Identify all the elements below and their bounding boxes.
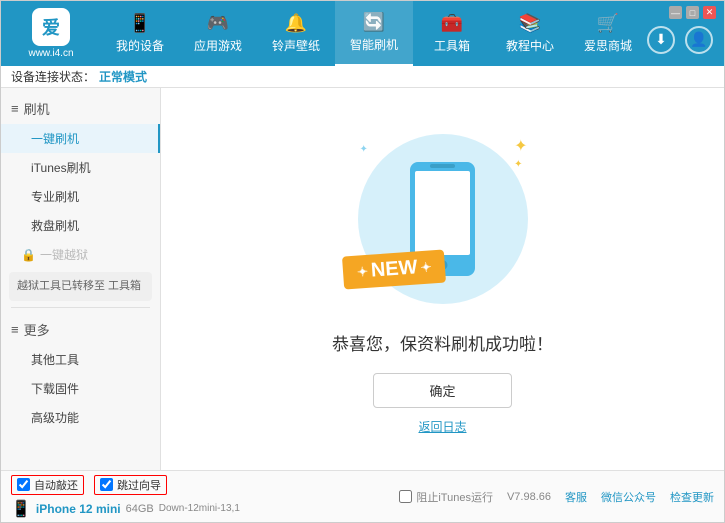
support-link[interactable]: 客服 — [565, 489, 587, 505]
toolbox-icon: 🧰 — [441, 13, 463, 34]
window-controls: — □ ✕ — [669, 6, 716, 19]
nav-item-shop[interactable]: 🛒 爱思商城 — [569, 1, 647, 66]
nav-label-apps: 应用游戏 — [194, 37, 242, 54]
content-area: ✦ NEW ✦ ✦✦ ✦ 恭喜您，保资料刷机成功啦！ 确定 返回日志 — [161, 88, 724, 470]
logo-area: 爱 www.i4.cn — [1, 1, 101, 66]
sidebar: ≡ 刷机 一键刷机 iTunes刷机 专业刷机 救盘刷机 🔒 一键越狱 越狱工具… — [1, 88, 161, 470]
wechat-link[interactable]: 微信公众号 — [601, 489, 656, 505]
sparkle-top-left: ✦ — [360, 144, 368, 155]
nav-label-wallpaper: 铃声壁纸 — [272, 37, 320, 54]
success-illustration: ✦ NEW ✦ ✦✦ ✦ — [348, 124, 538, 314]
device-icon: 📱 — [11, 499, 31, 519]
nav-item-smart-flash[interactable]: 🔄 智能刷机 — [335, 1, 413, 66]
download-button[interactable]: ⬇ — [647, 26, 675, 54]
nav-label-tutorial: 教程中心 — [506, 37, 554, 54]
device-model: Down-12mini-13,1 — [159, 503, 240, 514]
footer-device-info: 📱 iPhone 12 mini 64GB Down-12mini-13,1 — [11, 499, 240, 519]
device-icon: 📱 — [129, 13, 151, 34]
lock-icon: 🔒 — [21, 248, 36, 262]
nav-item-apps-games[interactable]: 🎮 应用游戏 — [179, 1, 257, 66]
more-section-icon: ≡ — [11, 322, 19, 337]
status-bar: 设备连接状态： 正常模式 — [1, 66, 724, 88]
tutorial-icon: 📚 — [519, 13, 541, 34]
check-skip-wizard-label: 跳过向导 — [117, 477, 161, 493]
nav-bar: 📱 我的设备 🎮 应用游戏 🔔 铃声壁纸 🔄 智能刷机 🧰 工具箱 📚 — [101, 1, 647, 66]
stop-itunes[interactable]: 阻止iTunes运行 — [399, 489, 493, 505]
badge-text: NEW — [370, 256, 418, 282]
status-prefix: 设备连接状态： — [11, 68, 95, 85]
nav-item-wallpaper[interactable]: 🔔 铃声壁纸 — [257, 1, 335, 66]
sparkle-top-right: ✦✦ — [514, 139, 527, 171]
minimize-button[interactable]: — — [669, 6, 682, 19]
sidebar-section-flash: ≡ 刷机 — [1, 93, 160, 124]
nav-label-toolbox: 工具箱 — [434, 37, 470, 54]
jailbreak-notice: 越狱工具已转移至 工具箱 — [9, 272, 152, 301]
logo-icon: 爱 — [32, 8, 70, 46]
footer-checkboxes: 自动敲还 跳过向导 — [11, 475, 240, 495]
nav-item-toolbox[interactable]: 🧰 工具箱 — [413, 1, 491, 66]
stop-itunes-label: 阻止iTunes运行 — [416, 489, 493, 505]
more-section-label: 更多 — [24, 320, 50, 339]
badge-star-right: ✦ — [419, 258, 431, 275]
nav-item-my-device[interactable]: 📱 我的设备 — [101, 1, 179, 66]
status-mode: 正常模式 — [99, 68, 147, 85]
nav-item-tutorial[interactable]: 📚 教程中心 — [491, 1, 569, 66]
success-text: 恭喜您，保资料刷机成功啦！ — [332, 330, 553, 355]
sidebar-item-advanced[interactable]: 高级功能 — [1, 403, 160, 432]
wallpaper-icon: 🔔 — [285, 13, 307, 34]
sidebar-item-itunes-flash[interactable]: iTunes刷机 — [1, 153, 160, 182]
flash-section-label: 刷机 — [24, 99, 50, 118]
sidebar-item-one-key-flash[interactable]: 一键刷机 — [1, 124, 160, 153]
new-badge: ✦ NEW ✦ — [341, 249, 446, 289]
check-skip-wizard[interactable]: 跳过向导 — [94, 475, 167, 495]
confirm-button[interactable]: 确定 — [373, 373, 511, 408]
sidebar-item-other-tools[interactable]: 其他工具 — [1, 345, 160, 374]
sidebar-item-download-firmware[interactable]: 下载固件 — [1, 374, 160, 403]
footer-right: 阻止iTunes运行 V7.98.66 客服 微信公众号 检查更新 — [399, 489, 714, 505]
nav-label-shop: 爱思商城 — [584, 37, 632, 54]
logo-text: www.i4.cn — [28, 48, 73, 59]
close-button[interactable]: ✕ — [703, 6, 716, 19]
check-skip-wizard-input[interactable] — [100, 478, 113, 491]
device-storage: 64GB — [126, 503, 154, 515]
smart-flash-icon: 🔄 — [363, 12, 385, 33]
nav-label-smart-flash: 智能刷机 — [350, 36, 398, 53]
flash-section-icon: ≡ — [11, 101, 19, 116]
check-auto-recover-label: 自动敲还 — [34, 477, 78, 493]
sidebar-divider — [11, 307, 150, 308]
apps-icon: 🎮 — [207, 13, 229, 34]
jailbreak-lock-label: 一键越狱 — [40, 246, 88, 263]
shop-icon: 🛒 — [597, 13, 619, 34]
back-link[interactable]: 返回日志 — [418, 418, 466, 435]
footer-left: 自动敲还 跳过向导 📱 iPhone 12 mini 64GB Down-12m… — [11, 475, 240, 519]
sidebar-item-save-flash[interactable]: 救盘刷机 — [1, 211, 160, 240]
sidebar-item-pro-flash[interactable]: 专业刷机 — [1, 182, 160, 211]
sidebar-section-more: ≡ 更多 — [1, 314, 160, 345]
update-link[interactable]: 检查更新 — [670, 489, 714, 505]
check-auto-recover-input[interactable] — [17, 478, 30, 491]
user-button[interactable]: 👤 — [685, 26, 713, 54]
nav-label-my-device: 我的设备 — [116, 37, 164, 54]
badge-star-left: ✦ — [356, 263, 368, 280]
device-name: iPhone 12 mini — [36, 502, 121, 516]
version-label: V7.98.66 — [507, 491, 551, 503]
header: — □ ✕ 爱 www.i4.cn 📱 我的设备 🎮 应用游戏 🔔 铃声壁纸 — [1, 1, 724, 66]
stop-itunes-checkbox[interactable] — [399, 490, 412, 503]
sidebar-item-jailbreak-lock: 🔒 一键越狱 — [1, 240, 160, 269]
check-auto-recover[interactable]: 自动敲还 — [11, 475, 84, 495]
main-area: ≡ 刷机 一键刷机 iTunes刷机 专业刷机 救盘刷机 🔒 一键越狱 越狱工具… — [1, 88, 724, 470]
header-right: ⬇ 👤 — [647, 14, 725, 54]
footer: 自动敲还 跳过向导 📱 iPhone 12 mini 64GB Down-12m… — [1, 470, 724, 522]
maximize-button[interactable]: □ — [686, 6, 699, 19]
